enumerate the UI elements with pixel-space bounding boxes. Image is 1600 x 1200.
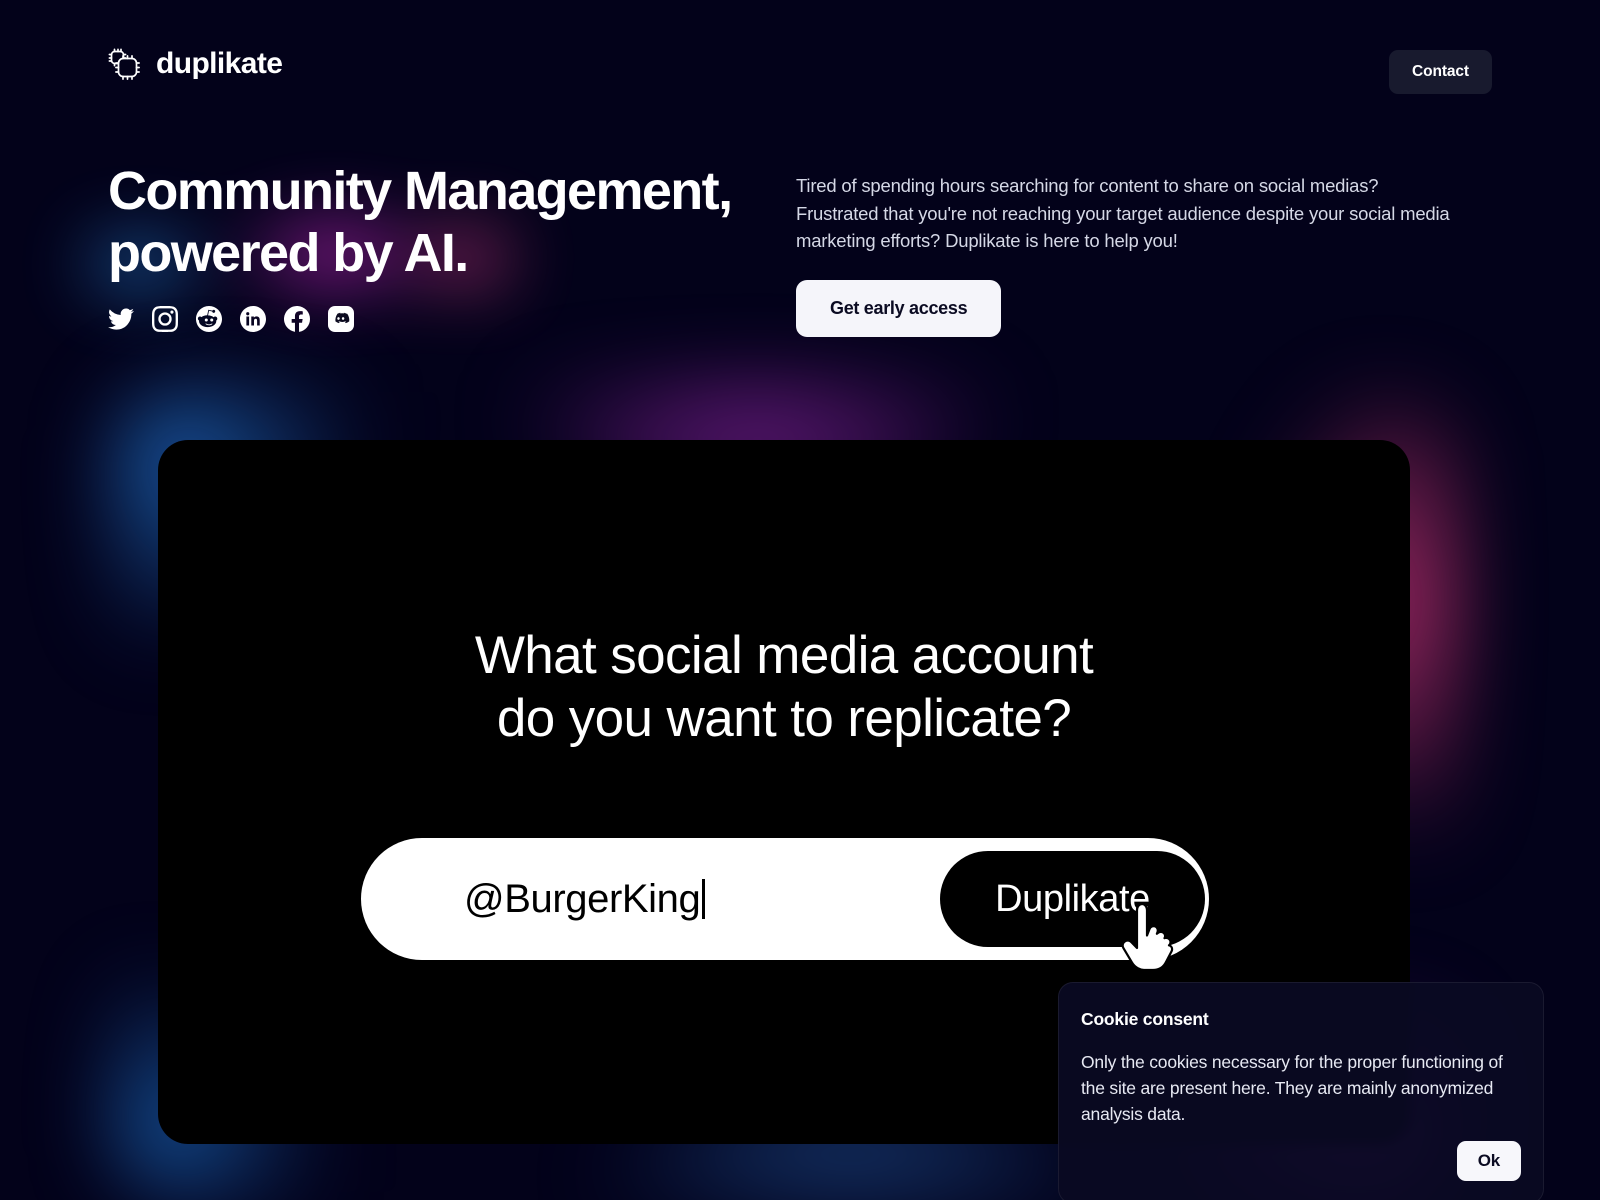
social-links <box>108 306 768 332</box>
brand-logo[interactable]: duplikate <box>108 47 283 80</box>
demo-question-title: What social media account do you want to… <box>474 626 1094 748</box>
duplikate-button[interactable]: Duplikate <box>940 851 1205 947</box>
linkedin-icon <box>240 306 266 332</box>
instagram-icon <box>152 306 178 332</box>
get-early-access-button[interactable]: Get early access <box>796 279 1002 337</box>
text-caret <box>702 878 706 919</box>
social-link-reddit[interactable] <box>196 306 222 332</box>
account-search-value: @BurgerKing <box>464 876 701 921</box>
cookie-consent-banner: Cookie consent Only the cookies necessar… <box>1058 982 1544 1200</box>
cookie-ok-button[interactable]: Ok <box>1456 1141 1521 1181</box>
social-link-twitter[interactable] <box>108 306 134 332</box>
social-link-instagram[interactable] <box>152 306 178 332</box>
discord-icon <box>328 306 354 332</box>
cookie-consent-text: Only the cookies necessary for the prope… <box>1081 1052 1503 1124</box>
hero-description: Tired of spending hours searching for co… <box>796 175 1450 251</box>
social-link-linkedin[interactable] <box>240 306 266 332</box>
account-search-pill[interactable]: @BurgerKing Duplikate <box>361 838 1209 960</box>
twitter-icon <box>108 306 134 332</box>
headline-wrapper: Community Management, powered by AI. <box>83 160 768 322</box>
site-header: duplikate Contact <box>0 0 1600 142</box>
cookie-consent-title: Cookie consent <box>1081 1009 1209 1029</box>
hero-right-column: Tired of spending hours searching for co… <box>796 172 1456 337</box>
page-title: Community Management, powered by AI. <box>108 161 733 283</box>
reddit-icon <box>196 306 222 332</box>
cookie-consent-actions: Ok <box>1456 1141 1521 1181</box>
chip-duplicate-icon <box>108 48 140 80</box>
brand-name: duplikate <box>156 47 283 80</box>
facebook-icon <box>284 306 310 332</box>
hero-section: Community Management, powered by AI. Tir… <box>0 150 1600 420</box>
social-link-discord[interactable] <box>328 306 354 332</box>
hero-left-column: Community Management, powered by AI. <box>83 160 768 332</box>
social-link-facebook[interactable] <box>284 306 310 332</box>
contact-button[interactable]: Contact <box>1389 50 1492 94</box>
page-root: duplikate Contact Community Management, … <box>0 0 1600 1200</box>
